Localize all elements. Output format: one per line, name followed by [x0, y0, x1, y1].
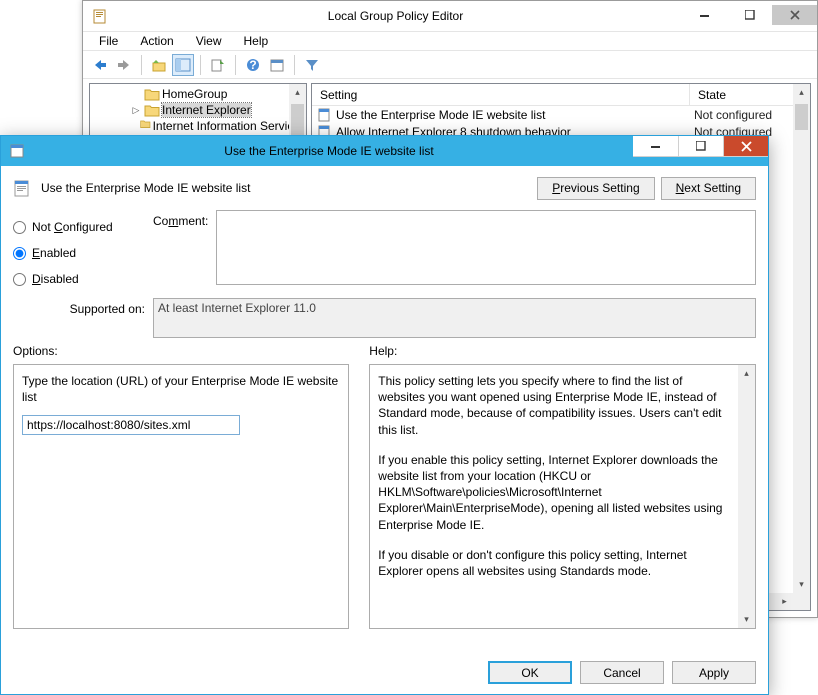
radio-disabled[interactable]: Disabled [13, 266, 153, 292]
help-label: Help: [369, 344, 756, 358]
gpe-title: Local Group Policy Editor [109, 9, 682, 23]
dialog-minimize-button[interactable] [633, 136, 678, 157]
help-paragraph: This policy setting lets you specify whe… [378, 373, 731, 438]
menu-action[interactable]: Action [130, 32, 183, 50]
dialog-close-button[interactable] [723, 136, 768, 157]
radio-enabled[interactable]: Enabled [13, 240, 153, 266]
scroll-up-icon[interactable]: ▴ [738, 365, 755, 382]
site-list-url-input[interactable] [22, 415, 240, 435]
gpe-maximize-button[interactable] [727, 5, 772, 25]
up-button[interactable] [148, 54, 170, 76]
dialog-title: Use the Enterprise Mode IE website list [25, 144, 633, 158]
list-row[interactable]: Use the Enterprise Mode IE website listN… [312, 106, 810, 123]
list-item-state: Not configured [690, 108, 810, 122]
help-panel: This policy setting lets you specify whe… [369, 364, 756, 629]
tree-item[interactable]: Internet Information Services [90, 118, 306, 134]
scroll-up-icon[interactable]: ▴ [793, 84, 810, 101]
apply-button[interactable]: Apply [672, 661, 756, 684]
export-button[interactable] [207, 54, 229, 76]
folder-icon [144, 103, 160, 117]
list-item-label: Use the Enterprise Mode IE website list [334, 108, 690, 122]
help-paragraph: If you enable this policy setting, Inter… [378, 452, 731, 533]
help-scrollbar[interactable]: ▴ ▾ [738, 365, 755, 628]
col-state[interactable]: State [690, 84, 810, 105]
folder-icon [144, 87, 160, 101]
scroll-corner [793, 593, 810, 610]
scroll-down-icon[interactable]: ▾ [738, 611, 755, 628]
policy-setting-dialog: Use the Enterprise Mode IE website list … [0, 135, 769, 695]
dialog-heading: Use the Enterprise Mode IE website list [41, 181, 531, 195]
option-description: Type the location (URL) of your Enterpri… [22, 373, 340, 405]
comment-label: Comment: [153, 210, 208, 285]
state-radio-group: Not Configured Enabled Disabled [13, 210, 153, 292]
help-icon[interactable]: ? [242, 54, 264, 76]
scroll-thumb[interactable] [795, 104, 808, 130]
radio-not-configured[interactable]: Not Configured [13, 214, 153, 240]
options-panel: Type the location (URL) of your Enterpri… [13, 364, 349, 629]
gpe-menubar: File Action View Help [83, 31, 817, 51]
tree-item-label: Internet Explorer [162, 103, 251, 117]
policy-icon [13, 178, 33, 198]
tree-item-label: HomeGroup [162, 87, 227, 101]
properties-button[interactable] [266, 54, 288, 76]
list-vscrollbar[interactable]: ▴ ▾ [793, 84, 810, 593]
menu-file[interactable]: File [89, 32, 128, 50]
gpe-minimize-button[interactable] [682, 5, 727, 25]
next-setting-button[interactable]: Next Setting [661, 177, 756, 200]
help-paragraph: If you disable or don't configure this p… [378, 547, 731, 579]
gpe-app-icon [93, 8, 109, 24]
dialog-app-icon [9, 143, 25, 159]
gpe-toolbar: ? [83, 51, 817, 79]
svg-text:?: ? [249, 58, 256, 72]
supported-on-value: At least Internet Explorer 11.0 [153, 298, 756, 338]
tree-expander-icon[interactable]: ▷ [130, 105, 142, 116]
scroll-up-icon[interactable]: ▴ [289, 84, 306, 101]
dialog-titlebar[interactable]: Use the Enterprise Mode IE website list [1, 136, 768, 166]
gpe-titlebar[interactable]: Local Group Policy Editor [83, 1, 817, 31]
supported-on-label: Supported on: [13, 298, 153, 316]
previous-setting-button[interactable]: Previous Setting [537, 177, 654, 200]
tree-item[interactable]: ▷ Internet Explorer [90, 102, 306, 118]
folder-icon [140, 119, 151, 133]
policy-item-icon [316, 108, 334, 122]
list-header: Setting State [312, 84, 810, 106]
dialog-maximize-button[interactable] [678, 136, 723, 157]
menu-view[interactable]: View [186, 32, 232, 50]
tree-item-label: Internet Information Services [153, 119, 306, 133]
ok-button[interactable]: OK [488, 661, 572, 684]
forward-button[interactable] [113, 54, 135, 76]
comment-textarea[interactable] [216, 210, 756, 285]
col-setting[interactable]: Setting [312, 84, 690, 105]
scroll-down-icon[interactable]: ▾ [793, 576, 810, 593]
options-label: Options: [13, 344, 349, 358]
back-button[interactable] [89, 54, 111, 76]
menu-help[interactable]: Help [234, 32, 279, 50]
filter-icon[interactable] [301, 54, 323, 76]
gpe-close-button[interactable] [772, 5, 817, 25]
cancel-button[interactable]: Cancel [580, 661, 664, 684]
tree-item[interactable]: HomeGroup [90, 86, 306, 102]
show-hide-tree-button[interactable] [172, 54, 194, 76]
scroll-right-icon[interactable]: ▸ [776, 596, 793, 607]
